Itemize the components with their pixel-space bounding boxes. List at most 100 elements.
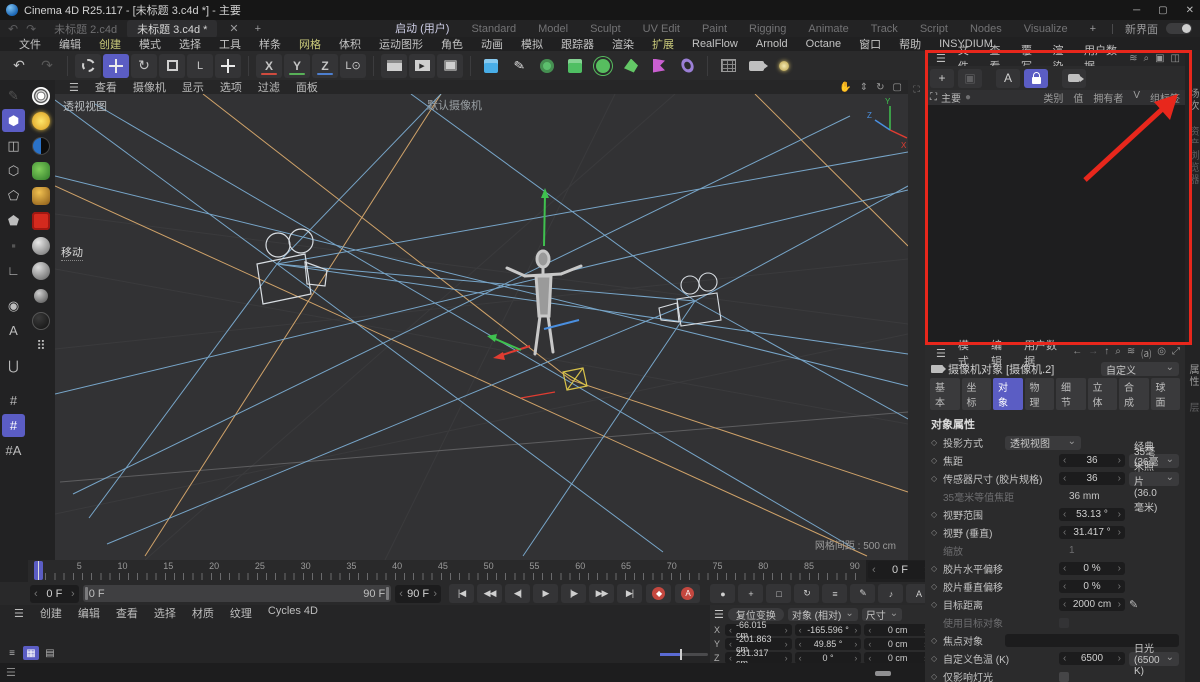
attribute-tab[interactable]: 球面	[1151, 378, 1181, 410]
layout-tab[interactable]: Model	[528, 22, 578, 36]
sun-light-icon[interactable]	[30, 109, 53, 132]
material-menu-item[interactable]: Cycles 4D	[260, 605, 326, 621]
size-mode-dropdown[interactable]: 尺寸	[862, 608, 902, 621]
rotation-field[interactable]: 49.85 °	[795, 638, 862, 650]
view-label[interactable]: 透视视图	[63, 98, 107, 114]
new-document-icon[interactable]: +	[251, 23, 265, 35]
menu-icon[interactable]: ☰	[714, 608, 724, 621]
frame-spinner[interactable]: 0 F	[868, 561, 932, 579]
attribute-tab[interactable]: 基本	[930, 378, 960, 410]
toggle-view-icon[interactable]: ▢	[893, 82, 902, 93]
playhead[interactable]	[34, 561, 43, 580]
add-cube-button[interactable]	[478, 54, 504, 78]
section-title[interactable]: 对象属性	[925, 411, 1185, 435]
icon-size-slider[interactable]	[660, 653, 708, 656]
viewport-solo-off-button[interactable]: ◉	[2, 294, 25, 317]
menu-item[interactable]: 模拟	[512, 36, 552, 52]
frame-range-slider[interactable]: 0 F 90 F	[83, 585, 392, 602]
transport-button[interactable]: |▶	[561, 584, 586, 603]
lock-take-button[interactable]	[1024, 69, 1048, 88]
filter-icon[interactable]: ≋	[1129, 53, 1137, 64]
color-temperature-field[interactable]: 6500	[1059, 652, 1125, 665]
layout-tab[interactable]: UV Edit	[633, 22, 690, 36]
child-take-button[interactable]: ▣	[958, 69, 982, 88]
render-view-button[interactable]	[381, 54, 407, 78]
menu-item[interactable]: 渲染	[603, 36, 643, 52]
transport-button[interactable]: |◀	[449, 584, 474, 603]
panel-split-icon[interactable]: ◫	[1171, 53, 1180, 64]
fov-vertical-field[interactable]: 31.417 °	[1059, 526, 1125, 539]
enable-axis-button[interactable]: ∟	[2, 259, 25, 282]
menu-item[interactable]: 创建	[90, 36, 130, 52]
add-light-button[interactable]	[771, 54, 797, 78]
layer-view-icon[interactable]: ▤	[42, 646, 58, 660]
planar-workplane-button[interactable]: #A	[2, 439, 25, 462]
texture-mode-button[interactable]: ◫	[2, 134, 25, 157]
edges-mode-button[interactable]: ⬠	[2, 184, 25, 207]
menu-item[interactable]: 选择	[170, 36, 210, 52]
rotate-tool[interactable]: ↻	[131, 54, 157, 78]
viewport-solo-single-button[interactable]: A	[2, 319, 25, 342]
timeline-ruler[interactable]: 051015202530354045505560657075808590	[28, 560, 866, 582]
fov-field[interactable]: 53.13 °	[1059, 508, 1125, 521]
workplane-button[interactable]: L⊙	[340, 54, 366, 78]
add-volume-button[interactable]	[618, 54, 644, 78]
menu-icon[interactable]: ☰	[61, 81, 87, 94]
panel-layout-icon[interactable]: ▣	[1155, 53, 1164, 64]
search-icon[interactable]: ⌕	[1115, 346, 1121, 361]
move-tool[interactable]	[103, 54, 129, 78]
grid-view-icon[interactable]: ▦	[23, 646, 39, 660]
size-field[interactable]: 0 cm	[864, 638, 931, 650]
record-mode-button[interactable]: ●	[710, 584, 735, 603]
menu-item[interactable]: 动画	[472, 36, 512, 52]
camera-asset-icon[interactable]	[30, 209, 53, 232]
new-take-button[interactable]: +	[930, 69, 954, 88]
material-menu-item[interactable]: 查看	[108, 605, 146, 621]
live-selection-tool[interactable]	[75, 54, 101, 78]
add-field-button[interactable]	[674, 54, 700, 78]
material-menu-item[interactable]: 材质	[184, 605, 222, 621]
film-vertical-field[interactable]: 0 %	[1059, 580, 1125, 593]
preset-dropdown[interactable]: 自定义	[1101, 362, 1179, 376]
layout-tab[interactable]: Sculpt	[580, 22, 631, 36]
layout-tab[interactable]: Paint	[692, 22, 737, 36]
transport-button[interactable]: ◀|	[505, 584, 530, 603]
add-floor-button[interactable]	[715, 54, 741, 78]
add-layout-icon[interactable]: +	[1086, 23, 1100, 35]
coordinate-tool[interactable]: L	[187, 54, 213, 78]
material-menu-item[interactable]: 纹理	[222, 605, 260, 621]
sensor-field[interactable]: 36	[1059, 472, 1125, 485]
menu-icon[interactable]: ☰	[6, 666, 16, 679]
document-tab[interactable]: 未标题 2.c4d	[44, 20, 127, 38]
main-take-label[interactable]: 主要	[941, 90, 961, 105]
material-sphere-icon[interactable]	[30, 284, 53, 307]
material-menu-item[interactable]: 选择	[146, 605, 184, 621]
add-subdivision-button[interactable]	[562, 54, 588, 78]
menu-item[interactable]: 工具	[210, 36, 250, 52]
detach-panel-icon[interactable]: ⛶	[913, 84, 919, 95]
locked-workplane-button[interactable]: #	[2, 414, 25, 437]
take-state-icon[interactable]: ●	[965, 92, 971, 103]
scrollbar-nub[interactable]	[875, 671, 891, 676]
menu-icon[interactable]: ☰	[930, 347, 952, 360]
viewport-menu-item[interactable]: 摄像机	[125, 79, 174, 95]
forward-icon[interactable]: →	[1088, 346, 1098, 361]
take-column-header[interactable]: 值	[1073, 90, 1083, 105]
viewport-menu-item[interactable]: 显示	[174, 79, 212, 95]
record-mode-button[interactable]: ✎	[850, 584, 875, 603]
material-sphere-icon[interactable]	[30, 259, 53, 282]
sensor-preset-dropdown[interactable]: 35毫米照片 (36.0毫米)	[1129, 472, 1179, 486]
transport-button[interactable]: ▶|	[617, 584, 642, 603]
minimize-button[interactable]: ─	[1133, 5, 1140, 16]
attribute-tab[interactable]: 细节	[1056, 378, 1086, 410]
target-icon[interactable]	[30, 84, 53, 107]
lock-y-axis-button[interactable]: Y	[284, 54, 310, 78]
new-ui-toggle[interactable]	[1166, 23, 1192, 34]
zoom-view-icon[interactable]: ⇕	[860, 82, 868, 93]
lock-icon[interactable]: ⒜	[1141, 346, 1151, 361]
node-preset-icon[interactable]: ⠿	[30, 334, 53, 357]
menu-item[interactable]: 运动图形	[370, 36, 432, 52]
render-settings-button[interactable]	[437, 54, 463, 78]
display-mode-icon[interactable]	[30, 134, 53, 157]
focal-field[interactable]: 36	[1059, 454, 1125, 467]
